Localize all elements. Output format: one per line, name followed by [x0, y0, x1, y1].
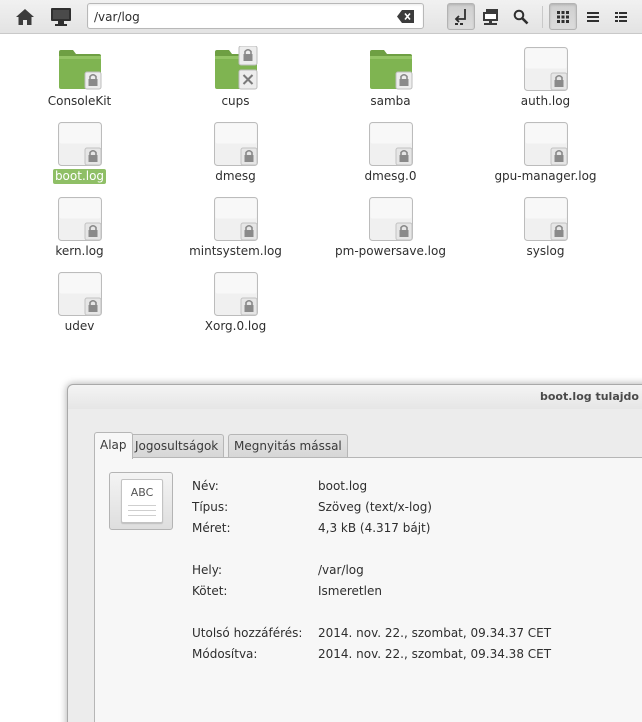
- file-item-udev[interactable]: udev: [2, 261, 157, 336]
- volume-label: Kötet:: [192, 584, 228, 598]
- file-icon-text: ABC: [130, 486, 154, 499]
- locked-file-icon: [214, 197, 258, 241]
- search-button[interactable]: [507, 3, 535, 30]
- network-button[interactable]: [477, 3, 505, 30]
- file-item-boot-log[interactable]: boot.log: [2, 111, 157, 186]
- folder-item-consolekit[interactable]: ConsoleKit: [2, 36, 157, 111]
- file-item-syslog[interactable]: syslog: [468, 186, 623, 261]
- path-toggle-button[interactable]: [447, 3, 475, 30]
- file-label: samba: [370, 94, 411, 108]
- accessed-label: Utolsó hozzáférés:: [192, 626, 303, 640]
- toolbar-separator: [542, 6, 543, 28]
- file-item-dmesg[interactable]: dmesg: [158, 111, 313, 186]
- modified-label: Módosítva:: [192, 647, 258, 661]
- tab-basic[interactable]: Alap: [94, 432, 133, 459]
- locked-folder-icon: [59, 50, 102, 90]
- file-item-auth-log[interactable]: auth.log: [468, 36, 623, 111]
- file-icon-line: [128, 515, 156, 516]
- file-item-pm-powersave-log[interactable]: pm-powersave.log: [313, 186, 468, 261]
- file-label: Xorg.0.log: [204, 319, 267, 333]
- network-icon: [483, 8, 498, 25]
- home-icon: [16, 8, 34, 25]
- name-label: Név:: [192, 479, 219, 493]
- home-button[interactable]: [11, 3, 39, 30]
- name-value: boot.log: [318, 479, 368, 493]
- list-view-button[interactable]: [579, 3, 607, 30]
- dialog-title: boot.log tulajdo: [540, 390, 639, 403]
- file-label: dmesg: [215, 169, 256, 183]
- file-item-kern-log[interactable]: kern.log: [2, 186, 157, 261]
- size-value: 4,3 kB (4.317 bájt): [318, 521, 431, 535]
- file-item-mintsystem-log[interactable]: mintsystem.log: [158, 186, 313, 261]
- locked-file-icon: [524, 122, 568, 166]
- file-label: mintsystem.log: [189, 244, 282, 258]
- file-icon-page: ABC: [121, 479, 163, 523]
- file-label: udev: [64, 319, 95, 333]
- list-view-icon: [587, 11, 599, 22]
- locked-folder-icon: [370, 50, 413, 90]
- file-label: auth.log: [520, 94, 571, 108]
- tab-open-with[interactable]: Megnyitás mással: [228, 434, 348, 458]
- tab-permissions[interactable]: Jogosultságok: [129, 434, 225, 458]
- file-label: pm-powersave.log: [335, 244, 446, 258]
- locked-file-icon: [524, 197, 568, 241]
- computer-button[interactable]: [47, 3, 75, 30]
- dialog-titlebar[interactable]: boot.log tulajdo: [68, 385, 642, 409]
- volume-value: Ismeretlen: [318, 584, 382, 598]
- compact-view-button[interactable]: [607, 3, 635, 30]
- locked-file-icon: [524, 47, 568, 91]
- modified-value: 2014. nov. 22., szombat, 09.34.38 CET: [318, 647, 552, 661]
- icon-view-icon: [557, 10, 569, 23]
- file-label: syslog: [526, 244, 565, 258]
- locked-file-icon: [369, 122, 413, 166]
- file-label: cups: [221, 94, 250, 108]
- locked-file-icon: [214, 272, 258, 316]
- path-toggle-icon: [454, 8, 466, 25]
- computer-icon: [51, 7, 71, 26]
- file-item-dmesg-0[interactable]: dmesg.0: [313, 111, 468, 186]
- location-value: /var/log: [318, 563, 364, 577]
- location-label: Hely:: [192, 563, 223, 577]
- search-icon: [513, 9, 529, 24]
- file-grid: ConsoleKit cups samba auth.log boot.log …: [0, 36, 642, 366]
- locked-file-icon: [58, 122, 102, 166]
- file-label: ConsoleKit: [47, 94, 112, 108]
- toolbar: [0, 0, 642, 34]
- file-label: kern.log: [55, 244, 104, 258]
- locked-file-icon: [58, 272, 102, 316]
- location-input[interactable]: [94, 8, 384, 25]
- location-bar[interactable]: [87, 3, 424, 29]
- compact-view-icon: [615, 11, 627, 22]
- file-icon-line: [128, 505, 156, 506]
- file-item-xorg-0-log[interactable]: Xorg.0.log: [158, 261, 313, 336]
- folder-item-cups[interactable]: cups: [158, 36, 313, 111]
- tab-panel-basic: ABC Név: boot.log Típus: Szöveg (text/x-…: [94, 457, 642, 722]
- locked-file-icon: [214, 122, 258, 166]
- properties-dialog: boot.log tulajdo Alap Jogosultságok Megn…: [67, 384, 642, 722]
- text-file-icon[interactable]: ABC: [109, 472, 173, 530]
- icon-view-button[interactable]: [549, 3, 577, 30]
- clear-text-icon[interactable]: [397, 10, 414, 23]
- size-label: Méret:: [192, 521, 231, 535]
- folder-item-samba[interactable]: samba: [313, 36, 468, 111]
- file-label: gpu-manager.log: [494, 169, 597, 183]
- locked-file-icon: [369, 197, 413, 241]
- accessed-value: 2014. nov. 22., szombat, 09.34.37 CET: [318, 626, 552, 640]
- file-label: dmesg.0: [364, 169, 417, 183]
- type-value: Szöveg (text/x-log): [318, 500, 432, 514]
- type-label: Típus:: [192, 500, 229, 514]
- file-icon-line: [128, 510, 156, 511]
- file-item-gpu-manager-log[interactable]: gpu-manager.log: [468, 111, 623, 186]
- folder-no-access-icon: [215, 46, 258, 90]
- locked-file-icon: [58, 197, 102, 241]
- file-label: boot.log: [52, 169, 107, 184]
